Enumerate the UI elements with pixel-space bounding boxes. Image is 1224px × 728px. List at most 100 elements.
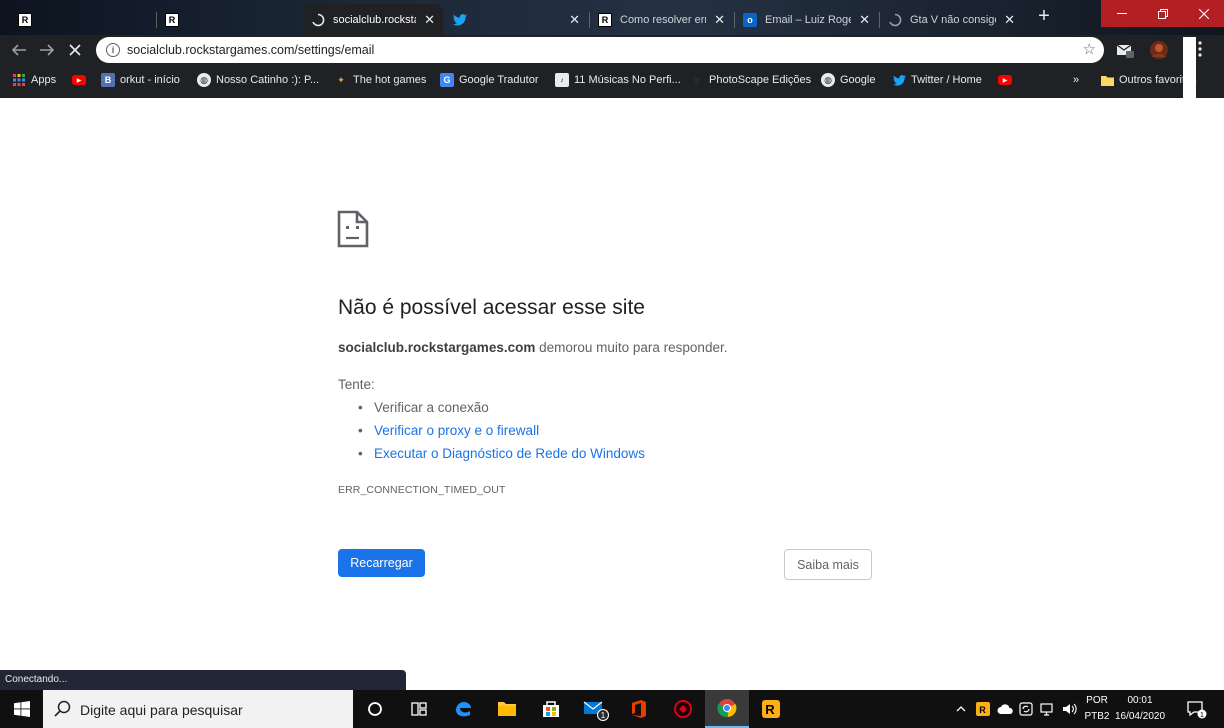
file-explorer-app[interactable] bbox=[485, 690, 529, 728]
keyboard-layout: PTB2 bbox=[1084, 711, 1110, 722]
close-tab-icon[interactable]: ✕ bbox=[424, 12, 435, 28]
clock[interactable]: 00:01 16/04/2020 bbox=[1112, 693, 1168, 725]
bookmark-google[interactable]: ◍ Google bbox=[821, 72, 875, 88]
clock-time: 00:01 bbox=[1127, 695, 1153, 706]
browser-toolbar: i socialclub.rockstargames.com/settings/… bbox=[0, 35, 1224, 65]
restore-button[interactable] bbox=[1142, 0, 1183, 27]
task-view-button[interactable] bbox=[397, 690, 441, 728]
tab-socialclub[interactable]: socialclub.rockstar ✕ bbox=[303, 4, 443, 35]
close-window-button[interactable] bbox=[1183, 0, 1224, 27]
tab-gta-v[interactable]: Gta V não consigo ✕ bbox=[880, 4, 1023, 35]
mail-app[interactable]: 1 bbox=[573, 690, 617, 728]
office-app[interactable] bbox=[617, 690, 661, 728]
store-app[interactable] bbox=[529, 690, 573, 728]
minimize-button[interactable] bbox=[1101, 0, 1142, 27]
action-center-button[interactable]: 1 bbox=[1186, 690, 1208, 728]
bookmark-twitter[interactable]: Twitter / Home bbox=[892, 72, 982, 88]
status-bubble: Conectando... bbox=[0, 670, 406, 690]
apps-grid-icon bbox=[12, 73, 26, 87]
youtube-icon: ▶ bbox=[998, 75, 1012, 85]
tab-rockstar-1[interactable]: R bbox=[10, 4, 155, 35]
windows-taskbar: Digite aqui para pesquisar 1 R R POR PTB… bbox=[0, 690, 1224, 728]
new-tab-button[interactable]: + bbox=[1035, 6, 1053, 28]
bookmark-label: Twitter / Home bbox=[911, 74, 982, 86]
edge-icon bbox=[456, 702, 471, 717]
game-icon: ✦ bbox=[337, 74, 345, 85]
bookmark-youtube-2[interactable]: ▶ bbox=[998, 72, 1012, 88]
try-label: Tente: bbox=[338, 377, 375, 392]
rockstar-launcher-app[interactable]: R bbox=[749, 690, 793, 728]
mail-extension-icon[interactable] bbox=[1116, 41, 1134, 59]
suggestion-check-proxy-link[interactable]: • Verificar o proxy e o firewall bbox=[358, 422, 645, 445]
close-tab-icon[interactable]: ✕ bbox=[859, 12, 870, 28]
volume-icon[interactable] bbox=[1062, 690, 1078, 728]
svg-text:R: R bbox=[765, 702, 775, 717]
loading-icon bbox=[311, 13, 325, 27]
url-text[interactable]: socialclub.rockstargames.com/settings/em… bbox=[127, 43, 374, 57]
bookmark-hot-games[interactable]: ✦ The hot games bbox=[334, 72, 426, 88]
input-language-indicator[interactable]: POR PTB2 bbox=[1082, 693, 1112, 725]
close-tab-icon[interactable]: ✕ bbox=[714, 12, 725, 28]
suggestion-network-diagnostics-link[interactable]: • Executar o Diagnóstico de Rede do Windo… bbox=[358, 445, 645, 468]
site-info-icon[interactable]: i bbox=[106, 43, 120, 57]
edge-app[interactable] bbox=[441, 690, 485, 728]
stop-loading-button[interactable] bbox=[64, 39, 86, 61]
bookmark-musicas[interactable]: ♪ 11 Músicas No Perfi... bbox=[555, 72, 681, 88]
bookmark-nosso-catinho[interactable]: ◍ Nosso Catinho :): P... bbox=[197, 72, 319, 88]
bookmark-orkut[interactable]: B orkut - início bbox=[101, 72, 180, 88]
tab-email[interactable]: o Email – Luiz Roge ✕ bbox=[735, 4, 878, 35]
error-description: socialclub.rockstargames.com demorou mui… bbox=[338, 340, 727, 355]
mail-badge: 1 bbox=[601, 711, 606, 720]
overlay-artifact bbox=[1183, 37, 1196, 98]
close-tab-icon[interactable]: ✕ bbox=[1004, 12, 1015, 28]
sad-page-icon bbox=[337, 210, 369, 248]
twitter-icon bbox=[892, 73, 906, 87]
bookmark-label: 11 Músicas No Perfi... bbox=[574, 74, 681, 86]
taskbar-search[interactable]: Digite aqui para pesquisar bbox=[43, 690, 353, 728]
address-bar[interactable]: i socialclub.rockstargames.com/settings/… bbox=[96, 37, 1104, 63]
tab-strip: R R socialclub.rockstar ✕ ✕ R Como resol… bbox=[0, 0, 1224, 35]
youtube-icon: ▶ bbox=[72, 75, 86, 85]
bookmark-star-icon[interactable]: ☆ bbox=[1083, 40, 1096, 58]
onedrive-icon[interactable] bbox=[997, 690, 1013, 728]
clock-date: 16/04/2020 bbox=[1114, 711, 1166, 722]
bookmark-label: Nosso Catinho :): P... bbox=[216, 74, 320, 86]
back-arrow-icon bbox=[11, 44, 26, 56]
show-hidden-icons-button[interactable] bbox=[956, 690, 966, 728]
bookmark-label: Google Tradutor bbox=[459, 74, 539, 86]
minimize-icon bbox=[1116, 13, 1127, 14]
stop-icon bbox=[69, 44, 81, 56]
tray-rockstar-icon[interactable]: R bbox=[976, 690, 990, 728]
reload-button[interactable]: Recarregar bbox=[338, 549, 425, 577]
game-launcher-app[interactable] bbox=[661, 690, 705, 728]
start-button[interactable] bbox=[0, 690, 43, 728]
bookmarks-overflow-button[interactable]: » bbox=[1073, 72, 1079, 88]
forward-button[interactable] bbox=[36, 39, 58, 61]
bookmark-youtube[interactable]: ▶ bbox=[72, 72, 86, 88]
search-icon bbox=[54, 700, 71, 717]
back-button[interactable] bbox=[8, 39, 30, 61]
bookmark-label: Apps bbox=[31, 74, 57, 86]
outlook-icon: o bbox=[743, 12, 757, 27]
forward-arrow-icon bbox=[40, 44, 55, 56]
tab-rockstar-2[interactable]: R bbox=[157, 4, 302, 35]
window-controls bbox=[1101, 0, 1224, 27]
mail-icon: 1 bbox=[583, 701, 609, 721]
network-icon[interactable] bbox=[1040, 690, 1056, 728]
tab-como-resolver[interactable]: R Como resolver err ✕ bbox=[590, 4, 733, 35]
translate-icon: G bbox=[440, 73, 454, 87]
tab-twitter[interactable]: ✕ bbox=[445, 4, 588, 35]
chrome-menu-icon[interactable] bbox=[1198, 41, 1210, 59]
chrome-app[interactable] bbox=[705, 690, 749, 728]
profile-avatar[interactable] bbox=[1150, 41, 1168, 59]
chevron-up-icon bbox=[956, 706, 966, 712]
svg-text:R: R bbox=[979, 705, 986, 715]
cortana-button[interactable] bbox=[353, 690, 397, 728]
update-icon[interactable] bbox=[1019, 690, 1033, 728]
bookmark-photoscape[interactable]: ♥ PhotoScape Edições bbox=[690, 72, 811, 88]
bookmark-apps[interactable]: Apps bbox=[12, 72, 56, 88]
close-tab-icon[interactable]: ✕ bbox=[569, 12, 580, 28]
bookmark-google-tradutor[interactable]: G Google Tradutor bbox=[440, 72, 539, 88]
details-button[interactable]: Saiba mais bbox=[784, 549, 872, 580]
notification-icon: 1 bbox=[1187, 701, 1207, 719]
